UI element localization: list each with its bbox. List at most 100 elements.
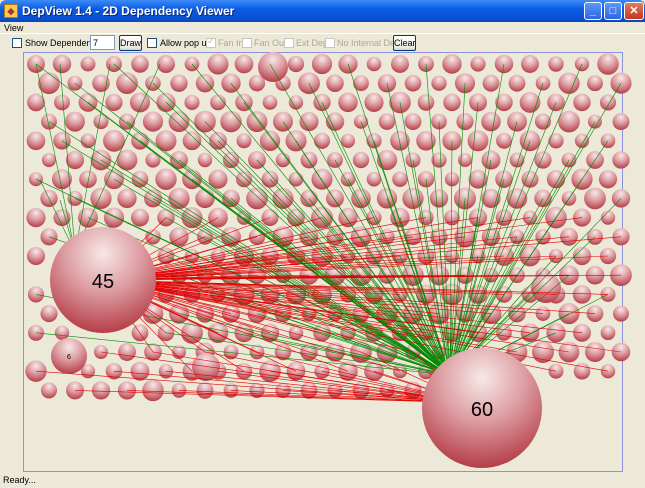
graph-node[interactable] bbox=[496, 132, 512, 149]
graph-node[interactable] bbox=[558, 72, 580, 94]
graph-node[interactable] bbox=[338, 54, 358, 74]
graph-node[interactable] bbox=[259, 130, 281, 151]
graph-node[interactable] bbox=[442, 54, 462, 74]
graph-node[interactable] bbox=[142, 111, 164, 132]
graph-node[interactable] bbox=[612, 113, 630, 131]
graph-node[interactable] bbox=[340, 133, 356, 148]
graph-node[interactable] bbox=[389, 91, 411, 114]
graph-node[interactable] bbox=[249, 382, 265, 398]
graph-node[interactable] bbox=[236, 133, 252, 149]
graph-node[interactable] bbox=[506, 188, 528, 209]
graph-node[interactable] bbox=[338, 92, 358, 113]
graph-node[interactable] bbox=[521, 55, 539, 73]
graph-node[interactable] bbox=[54, 94, 70, 111]
graph-node[interactable] bbox=[325, 112, 345, 131]
graph-node[interactable] bbox=[40, 305, 58, 323]
graph-node[interactable] bbox=[262, 95, 278, 110]
graph-node[interactable] bbox=[195, 73, 215, 93]
graph-node[interactable] bbox=[299, 112, 319, 132]
dependency-graph[interactable]: 45 60 6 bbox=[0, 0, 645, 488]
graph-node[interactable] bbox=[92, 74, 110, 92]
graph-node[interactable] bbox=[311, 168, 333, 190]
graph-node[interactable] bbox=[130, 208, 150, 227]
graph-node[interactable] bbox=[416, 131, 436, 151]
graph-node[interactable] bbox=[613, 305, 629, 322]
graph-node[interactable] bbox=[519, 92, 541, 113]
graph-node[interactable] bbox=[584, 187, 606, 210]
graph-node[interactable] bbox=[41, 152, 57, 168]
graph-node[interactable] bbox=[600, 210, 616, 225]
graph-node[interactable] bbox=[573, 93, 591, 112]
graph-node[interactable] bbox=[288, 171, 304, 187]
graph-node[interactable] bbox=[28, 172, 44, 187]
graph-node[interactable] bbox=[207, 53, 229, 75]
graph-node[interactable] bbox=[275, 152, 291, 168]
graph-node[interactable] bbox=[184, 94, 200, 110]
graph-node[interactable] bbox=[182, 131, 202, 151]
graph-node[interactable] bbox=[366, 171, 382, 187]
graph-node[interactable] bbox=[80, 56, 96, 72]
graph-node[interactable] bbox=[402, 187, 424, 210]
graph-node[interactable] bbox=[584, 341, 606, 363]
graph-node[interactable] bbox=[481, 188, 501, 208]
graph-node[interactable] bbox=[258, 52, 288, 82]
graph-node[interactable] bbox=[366, 56, 382, 72]
graph-node[interactable] bbox=[429, 189, 449, 208]
graph-node[interactable] bbox=[548, 56, 564, 72]
graph-node[interactable] bbox=[130, 361, 150, 381]
graph-node[interactable] bbox=[417, 94, 435, 111]
graph-node[interactable] bbox=[90, 187, 112, 209]
graph-node[interactable] bbox=[272, 187, 294, 209]
graph-node[interactable] bbox=[91, 381, 111, 400]
graph-node[interactable] bbox=[168, 187, 190, 210]
graph-node[interactable] bbox=[599, 94, 617, 111]
graph-node[interactable] bbox=[326, 74, 344, 92]
graph-node[interactable] bbox=[155, 168, 177, 190]
graph-node[interactable] bbox=[234, 54, 254, 74]
graph-node[interactable] bbox=[378, 113, 396, 130]
graph-node[interactable] bbox=[197, 152, 213, 168]
graph-node[interactable] bbox=[495, 93, 513, 112]
graph-node[interactable] bbox=[54, 325, 70, 341]
graph-node[interactable] bbox=[129, 92, 151, 113]
graph-node[interactable] bbox=[65, 150, 85, 170]
graph-node[interactable] bbox=[547, 93, 565, 112]
graph-node[interactable] bbox=[288, 95, 304, 110]
graph-node[interactable] bbox=[600, 325, 616, 341]
graph-node[interactable] bbox=[287, 55, 305, 73]
graph-node[interactable] bbox=[79, 170, 97, 189]
graph-node[interactable] bbox=[326, 189, 344, 208]
graph-node[interactable] bbox=[300, 151, 318, 169]
graph-node[interactable] bbox=[392, 171, 408, 187]
graph-node[interactable] bbox=[548, 133, 564, 149]
graph-node[interactable] bbox=[131, 55, 149, 73]
graph-node[interactable] bbox=[417, 170, 435, 188]
graph-node[interactable] bbox=[443, 93, 461, 112]
graph-node[interactable] bbox=[496, 324, 512, 341]
graph-node[interactable] bbox=[195, 188, 215, 209]
graph-node[interactable] bbox=[470, 56, 486, 72]
graph-node[interactable] bbox=[246, 187, 268, 210]
graph-node[interactable] bbox=[311, 53, 333, 75]
graph-node[interactable] bbox=[535, 306, 551, 321]
graph-node[interactable] bbox=[467, 130, 489, 152]
graph-node[interactable] bbox=[40, 382, 58, 399]
graph-node[interactable] bbox=[456, 113, 474, 131]
graph-node[interactable] bbox=[598, 170, 618, 189]
graph-node[interactable] bbox=[378, 266, 396, 284]
graph-node[interactable] bbox=[364, 92, 384, 112]
graph-node[interactable] bbox=[27, 93, 45, 112]
graph-node[interactable] bbox=[192, 353, 220, 381]
graph-node[interactable] bbox=[352, 151, 370, 169]
graph-node[interactable] bbox=[481, 111, 501, 132]
graph-node[interactable] bbox=[482, 74, 500, 92]
graph-node[interactable] bbox=[118, 343, 136, 361]
graph-node[interactable] bbox=[431, 75, 447, 91]
graph-node[interactable] bbox=[587, 75, 603, 92]
graph-node[interactable] bbox=[170, 74, 188, 92]
graph-node[interactable] bbox=[105, 93, 123, 112]
graph-node[interactable] bbox=[117, 188, 137, 209]
graph-node[interactable] bbox=[391, 55, 409, 73]
graph-node[interactable] bbox=[65, 111, 85, 132]
graph-node[interactable] bbox=[248, 228, 266, 246]
